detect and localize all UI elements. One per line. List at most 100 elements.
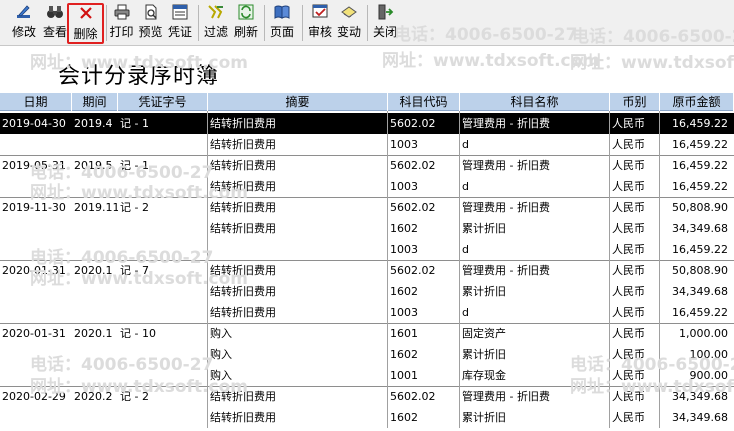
- table-row[interactable]: 2019-04-30 2019.4 记 - 1 结转折旧费用 5602.02 管理费用 -…: [0, 113, 734, 134]
- cell-account-code: 1601: [390, 327, 418, 340]
- view-button[interactable]: 查看: [40, 3, 70, 44]
- toolbar-separator: [264, 5, 265, 41]
- table-row[interactable]: 2020-01-31 2020.1 记 - 10 购入 1601 固定资产 人民币 1,000…: [0, 323, 734, 344]
- table-row[interactable]: 结转折旧费用 1003 d 人民币 16,459.22: [0, 176, 734, 197]
- cell-date: [0, 365, 72, 386]
- cell-amount: 16,459.22: [672, 117, 728, 130]
- cell-currency: 人民币: [612, 348, 645, 361]
- exit-icon: [371, 3, 399, 25]
- page-setup-button[interactable]: 页面: [268, 3, 296, 44]
- cell-account-name: d: [462, 243, 469, 256]
- cell-account-code: 5602.02: [390, 390, 436, 403]
- column-header-period[interactable]: 期间: [72, 93, 118, 111]
- column-header-date[interactable]: 日期: [0, 93, 72, 111]
- delete-icon: [69, 5, 102, 27]
- eraser-icon: [335, 3, 363, 25]
- cell-account-code: 1602: [390, 348, 418, 361]
- cell-voucher-no: [118, 302, 208, 323]
- column-header-account-name[interactable]: 科目名称: [460, 93, 610, 111]
- printer-icon: [108, 3, 135, 25]
- cell-currency: 人民币: [612, 138, 645, 151]
- group-divider: [0, 197, 734, 198]
- refresh-button[interactable]: 刷新: [232, 3, 260, 44]
- table-row[interactable]: 2019-05-31 2019.5 记 - 1 结转折旧费用 5602.02 管理费用 -…: [0, 155, 734, 176]
- column-header-summary[interactable]: 摘要: [208, 93, 388, 111]
- group-divider: [0, 260, 734, 261]
- cell-account-code: 5602.02: [390, 201, 436, 214]
- cell-account-code: 5602.02: [390, 264, 436, 277]
- cell-voucher-no: 记 - 1: [120, 117, 149, 130]
- change-button[interactable]: 变动: [335, 3, 363, 44]
- page-setup-icon: [268, 3, 296, 25]
- cell-date: [0, 239, 72, 260]
- group-divider: [0, 323, 734, 324]
- cell-account-name: 管理费用 - 折旧费: [462, 264, 550, 277]
- cell-period: 2019.11: [74, 201, 118, 214]
- cell-date: [0, 281, 72, 302]
- filter-button[interactable]: 过滤: [202, 3, 230, 44]
- column-header-voucher-no[interactable]: 凭证字号: [118, 93, 208, 111]
- table-header: 日期 期间 凭证字号 摘要 科目代码 科目名称 币别 原币金额: [0, 93, 734, 111]
- column-header-currency[interactable]: 币别: [610, 93, 660, 111]
- cell-date: 2019-11-30: [2, 201, 66, 214]
- cell-account-name: 累计折旧: [462, 348, 506, 361]
- table-row[interactable]: 结转折旧费用 1003 d 人民币 16,459.22: [0, 134, 734, 155]
- cell-amount: 16,459.22: [672, 180, 728, 193]
- print-button[interactable]: 打印: [108, 3, 135, 44]
- cell-summary: 结转折旧费用: [210, 285, 276, 298]
- column-header-account-code[interactable]: 科目代码: [388, 93, 460, 111]
- column-divider: [459, 111, 460, 428]
- cell-voucher-no: 记 - 7: [120, 264, 149, 277]
- cell-currency: 人民币: [612, 369, 645, 382]
- voucher-icon: [166, 3, 194, 25]
- table-row[interactable]: 2019-11-30 2019.11 记 - 2 结转折旧费用 5602.02 管理费用 …: [0, 197, 734, 218]
- preview-button[interactable]: 预览: [137, 3, 164, 44]
- delete-button[interactable]: 删除: [67, 3, 104, 44]
- preview-icon: [137, 3, 164, 25]
- audit-button[interactable]: 审核: [306, 3, 334, 44]
- cell-amount: 50,808.90: [672, 264, 728, 277]
- cell-currency: 人民币: [612, 285, 645, 298]
- cell-date: 2020-01-31: [2, 327, 66, 340]
- cell-account-code: 5602.02: [390, 159, 436, 172]
- table-row[interactable]: 购入 1001 库存现金 人民币 900.00: [0, 365, 734, 386]
- table-row[interactable]: 2020-01-31 2020.1 记 - 7 结转折旧费用 5602.02 管理费用 -…: [0, 260, 734, 281]
- cell-account-code: 1602: [390, 285, 418, 298]
- table-row[interactable]: 购入 1602 累计折旧 人民币 100.00: [0, 344, 734, 365]
- cell-period: [72, 134, 118, 155]
- edit-button[interactable]: 修改: [9, 3, 39, 44]
- cell-account-name: 管理费用 - 折旧费: [462, 390, 550, 403]
- toolbar-separator: [302, 5, 303, 41]
- table-row[interactable]: 结转折旧费用 1003 d 人民币 16,459.22: [0, 302, 734, 323]
- table-row[interactable]: 结转折旧费用 1602 累计折旧 人民币 34,349.68: [0, 281, 734, 302]
- cell-account-code: 1602: [390, 411, 418, 424]
- cell-voucher-no: [118, 344, 208, 365]
- cell-amount: 1,000.00: [679, 327, 728, 340]
- table-row[interactable]: 2020-02-29 2020.2 记 - 2 结转折旧费用 5602.02 管理费用 -…: [0, 386, 734, 407]
- cell-period: [72, 176, 118, 197]
- cell-account-name: d: [462, 180, 469, 193]
- cell-date: [0, 218, 72, 239]
- toolbar-separator: [198, 5, 199, 41]
- page-title: 会计分录序时簿: [58, 64, 220, 89]
- cell-date: 2020-02-29: [2, 390, 66, 403]
- cell-account-name: 管理费用 - 折旧费: [462, 201, 550, 214]
- cell-summary: 结转折旧费用: [210, 306, 276, 319]
- table-row[interactable]: 1003 d 人民币 16,459.22: [0, 239, 734, 260]
- column-header-amount[interactable]: 原币金额: [660, 93, 734, 111]
- binoculars-icon: [40, 3, 70, 25]
- cell-currency: 人民币: [612, 159, 645, 172]
- cell-period: 2020.2: [74, 390, 113, 403]
- close-button[interactable]: 关闭: [371, 3, 399, 44]
- cell-currency: 人民币: [612, 243, 645, 256]
- cell-summary: 结转折旧费用: [210, 201, 276, 214]
- cell-date: [0, 344, 72, 365]
- cell-date: [0, 407, 72, 428]
- voucher-button[interactable]: 凭证: [166, 3, 194, 44]
- cell-summary: 结转折旧费用: [210, 222, 276, 235]
- cell-voucher-no: 记 - 2: [120, 390, 149, 403]
- table-row[interactable]: 结转折旧费用 1602 累计折旧 人民币 34,349.68: [0, 407, 734, 428]
- cell-account-name: 管理费用 - 折旧费: [462, 159, 550, 172]
- table-row[interactable]: 结转折旧费用 1602 累计折旧 人民币 34,349.68: [0, 218, 734, 239]
- cell-account-name: 固定资产: [462, 327, 506, 340]
